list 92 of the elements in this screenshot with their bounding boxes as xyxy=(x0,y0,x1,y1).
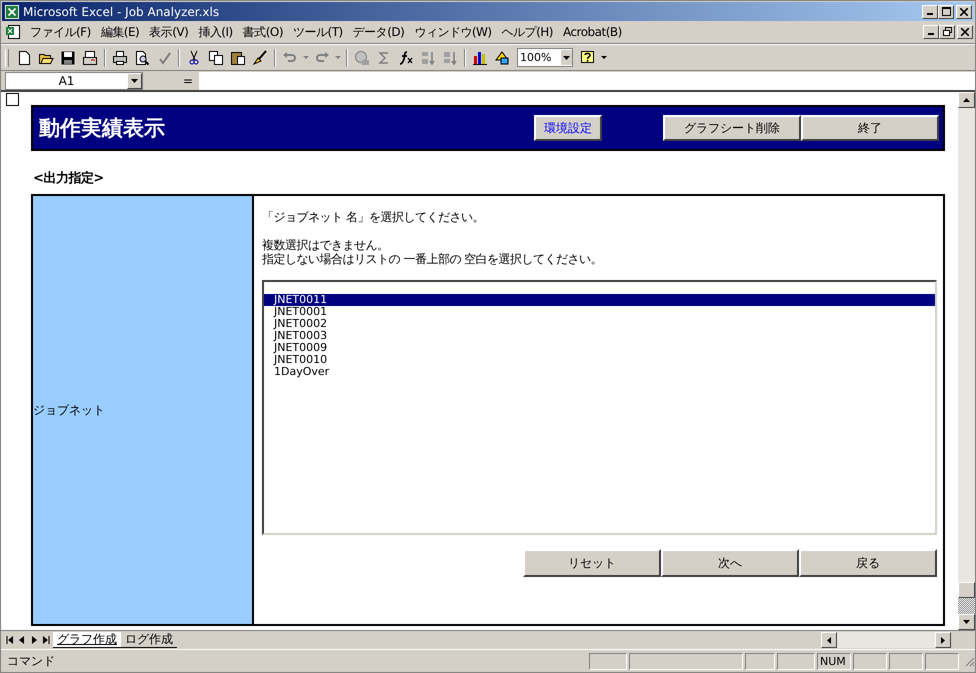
note-text: 複数選択はできません。 xyxy=(262,238,390,252)
maximize-button[interactable] xyxy=(938,4,954,18)
last-sheet-icon[interactable] xyxy=(41,634,51,646)
up-arrow-icon xyxy=(963,98,970,102)
spreadsheet-icon xyxy=(5,4,19,18)
paintbrush-icon[interactable] xyxy=(252,50,268,66)
caret-icon xyxy=(131,78,138,82)
zoom-dropdown[interactable]: 100% xyxy=(517,48,573,67)
equals-sign[interactable]: = xyxy=(143,74,199,88)
status-panel xyxy=(853,652,887,670)
list-item[interactable]: JNET0010 xyxy=(264,354,935,366)
menu-item[interactable]: 表示(V) xyxy=(144,24,194,40)
header-button[interactable]: グラフシート削除 xyxy=(663,115,801,141)
sheet-tab[interactable]: ログ作成 xyxy=(121,632,177,648)
vertical-scrollbar[interactable] xyxy=(958,92,975,630)
caret-icon xyxy=(563,56,570,60)
form-button[interactable]: 次へ xyxy=(661,549,799,577)
help-icon[interactable] xyxy=(580,50,596,66)
save-icon[interactable] xyxy=(60,50,76,66)
scroll-down-button[interactable] xyxy=(958,614,975,630)
status-panel xyxy=(889,652,923,670)
list-item[interactable]: JNET0009 xyxy=(264,342,935,354)
function-icon[interactable] xyxy=(398,50,414,66)
status-panel xyxy=(777,652,815,670)
header-button[interactable]: 環境設定 xyxy=(534,115,602,141)
close-button[interactable] xyxy=(957,25,973,39)
num-lock-indicator: NUM xyxy=(817,652,851,670)
restore-button[interactable] xyxy=(939,25,955,39)
sort-ascending-icon[interactable] xyxy=(420,50,436,66)
menu-item[interactable]: ツール(T) xyxy=(288,24,348,40)
horizontal-scrollbar[interactable] xyxy=(821,632,951,648)
scroll-right-button[interactable] xyxy=(935,632,951,648)
first-sheet-icon[interactable] xyxy=(5,634,15,646)
new-document-icon[interactable] xyxy=(16,50,32,66)
menu-item[interactable]: 編集(E) xyxy=(96,24,144,40)
resize-grip-icon[interactable] xyxy=(963,655,975,667)
menu-item[interactable]: Acrobat(B) xyxy=(558,25,627,39)
name-box[interactable]: A1 xyxy=(5,72,143,90)
clipboard-icon[interactable] xyxy=(230,50,246,66)
status-panel xyxy=(589,652,627,670)
copy-icon[interactable] xyxy=(208,50,224,66)
status-panel xyxy=(925,652,959,670)
minimize-button[interactable] xyxy=(922,4,938,18)
header-button[interactable]: 終了 xyxy=(801,115,939,141)
minimize-icon xyxy=(928,33,934,35)
maximize-icon xyxy=(942,6,950,16)
scroll-up-button[interactable] xyxy=(958,92,975,108)
close-button[interactable] xyxy=(956,4,972,18)
menu-item[interactable]: ウィンドウ(W) xyxy=(409,24,497,40)
menu-item[interactable]: 書式(O) xyxy=(238,24,288,40)
restore-icon xyxy=(942,27,952,36)
scroll-track-pressed xyxy=(958,598,975,614)
list-item[interactable]: JNET0001 xyxy=(264,306,935,318)
menu-item[interactable]: ファイル(F) xyxy=(25,24,96,40)
caret-icon[interactable] xyxy=(601,56,607,60)
list-item[interactable]: JNET0011 xyxy=(264,294,935,306)
instruction-text: 「ジョブネット 名」を選択してください。 xyxy=(262,210,485,224)
previous-sheet-icon[interactable] xyxy=(17,634,27,646)
scroll-left-button[interactable] xyxy=(821,632,837,648)
section-label: <出力指定> xyxy=(33,170,105,187)
select-all-corner[interactable] xyxy=(6,93,19,106)
menu-item[interactable]: 挿入(I) xyxy=(193,24,238,40)
window-title: Microsoft Excel - Job Analyzer.xls xyxy=(23,4,220,18)
bar-chart-icon[interactable] xyxy=(472,50,488,66)
minimize-button[interactable] xyxy=(923,25,939,39)
next-sheet-icon[interactable] xyxy=(29,634,39,646)
sheet-tab[interactable]: グラフ作成 xyxy=(53,632,121,648)
sort-descending-icon[interactable] xyxy=(442,50,458,66)
right-arrow-icon xyxy=(941,636,945,644)
jobnet-listbox[interactable]: JNET0011 JNET0001 JNET0002 JNET0003 JNET0009 JNET0010 1DayOver xyxy=(262,280,937,535)
workbook-icon xyxy=(5,24,21,40)
formula-input[interactable] xyxy=(199,72,975,90)
printer-icon[interactable] xyxy=(112,50,128,66)
list-item[interactable]: JNET0003 xyxy=(264,330,935,342)
form-button[interactable]: リセット xyxy=(523,549,661,577)
down-arrow-icon xyxy=(963,620,970,624)
sheet-title: 動作実績表示 xyxy=(39,115,165,142)
menu-item[interactable]: ヘルプ(H) xyxy=(496,24,558,40)
minimize-icon xyxy=(927,12,933,14)
print-preview-icon[interactable] xyxy=(134,50,150,66)
form-button[interactable]: 戻る xyxy=(799,549,937,577)
menu-item[interactable]: データ(D) xyxy=(348,24,410,40)
field-label: ジョブネット xyxy=(33,402,105,418)
list-item[interactable]: JNET0002 xyxy=(264,318,935,330)
left-arrow-icon xyxy=(827,636,831,644)
note-text: 指定しない場合はリストの 一番上部の 空白を選択してください。 xyxy=(262,252,604,266)
status-panel xyxy=(745,652,775,670)
list-item[interactable]: 1DayOver xyxy=(264,366,935,378)
close-icon xyxy=(960,8,968,16)
status-text: コマンド xyxy=(7,652,55,670)
scroll-thumb[interactable] xyxy=(958,582,975,598)
close-icon xyxy=(961,28,969,36)
